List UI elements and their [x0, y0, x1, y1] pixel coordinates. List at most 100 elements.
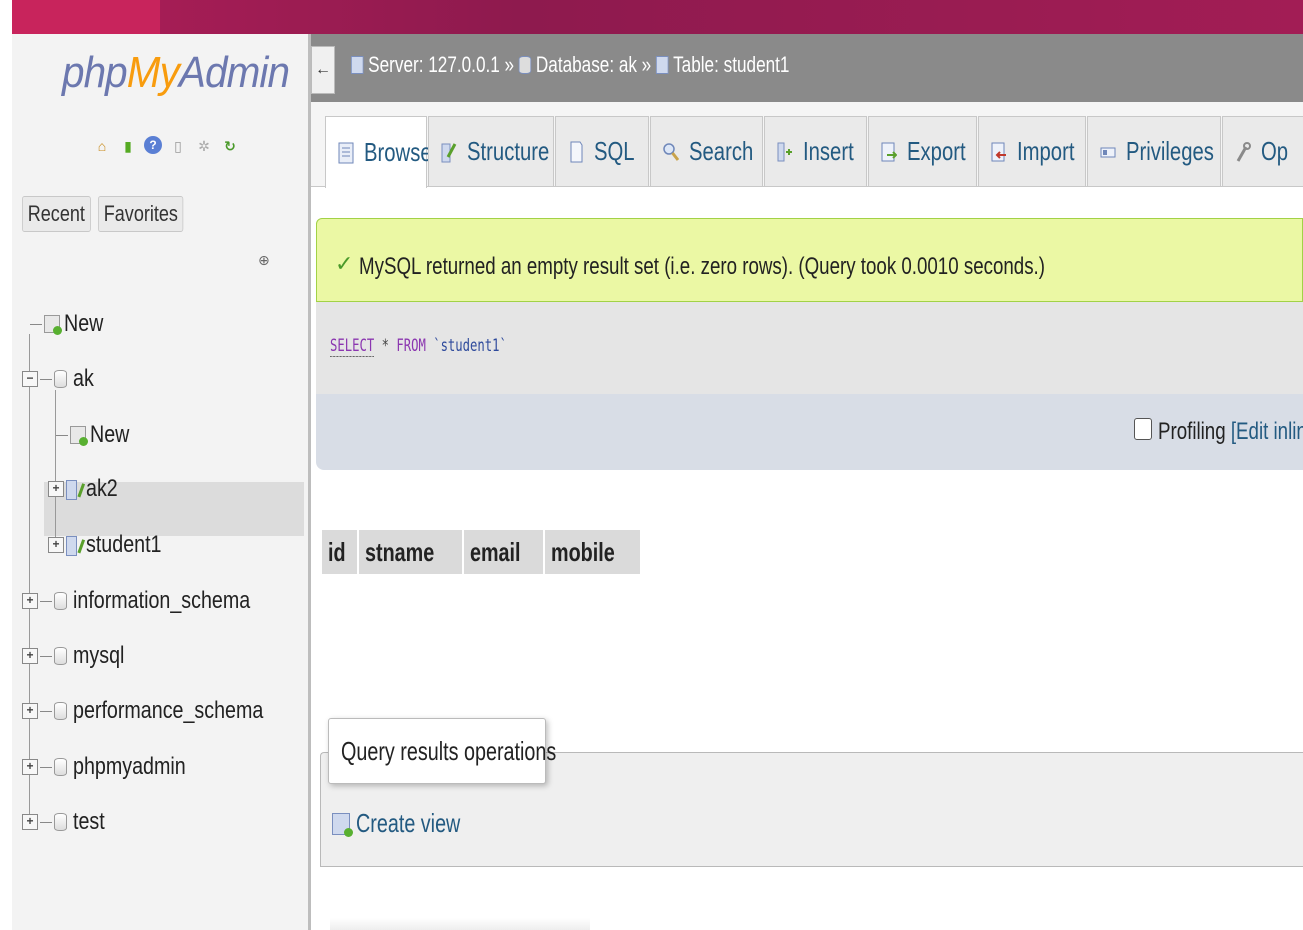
tree-item-label: ak — [73, 365, 94, 393]
expand-icon[interactable]: + — [22, 593, 38, 609]
database-icon — [54, 758, 67, 776]
profiling-checkbox[interactable] — [1134, 418, 1152, 440]
operations-legend: Query results operations — [328, 718, 546, 784]
create-view-icon — [332, 813, 350, 835]
link-with-main-panel-icon[interactable]: ⊕ — [258, 252, 270, 269]
column-header-mobile[interactable]: mobile — [545, 530, 641, 574]
breadcrumb-path: Server: 127.0.0.1 » Database: ak » Table… — [351, 52, 789, 78]
database-icon — [54, 592, 67, 610]
structure-icon — [441, 141, 457, 163]
recent-tab[interactable]: Recent — [22, 196, 91, 232]
new-table-icon — [70, 426, 86, 444]
table-icon — [656, 56, 668, 74]
sql-query-text: SELECT * FROM `student1` — [330, 336, 507, 356]
table-tabs: Browse Structure SQL Search Insert Expor… — [311, 102, 1303, 187]
browse-icon — [338, 142, 354, 164]
breadcrumb-separator: » — [642, 52, 652, 78]
tab-export[interactable]: Export — [868, 116, 977, 186]
success-text: MySQL returned an empty result set (i.e.… — [359, 253, 1045, 281]
tree-item-label: information_schema — [73, 587, 250, 615]
collapse-sidebar-button[interactable]: ← — [311, 46, 335, 94]
sql-query-box: SELECT * FROM `student1` — [316, 302, 1303, 394]
tab-search[interactable]: Search — [650, 116, 763, 186]
tree-item-performance-schema[interactable]: + performance_schema — [22, 686, 305, 736]
tab-import[interactable]: Import — [978, 116, 1086, 186]
sql-star: * — [374, 336, 396, 356]
sql-keyword-from: FROM — [396, 336, 425, 356]
tree-item-label: test — [73, 808, 105, 836]
database-icon — [54, 813, 67, 831]
favorites-tab[interactable]: Favorites — [98, 196, 184, 232]
column-header-stname[interactable]: stname — [359, 530, 462, 574]
quick-icons: ⌂ ▮ ? ▯ ✲ ↻ — [92, 136, 240, 156]
tree-item-label: mysql — [73, 642, 124, 670]
tree-item-ak2[interactable]: + ak2 — [48, 464, 125, 514]
tree-item-test[interactable]: + test — [22, 797, 112, 847]
expand-icon[interactable]: + — [48, 537, 64, 553]
database-icon — [54, 702, 67, 720]
navigation-panel: phpMyAdmin ⌂ ▮ ? ▯ ✲ ↻ Recent Favorites … — [12, 34, 309, 930]
tree-item-label: ak2 — [86, 475, 118, 503]
database-icon — [519, 56, 531, 74]
top-bar — [0, 0, 1303, 34]
sql-keyword-select[interactable]: SELECT — [330, 336, 374, 357]
tab-operations[interactable]: Op — [1222, 116, 1303, 186]
checkmark-icon: ✓ — [335, 251, 353, 277]
recent-favorites-tabs: Recent Favorites — [22, 196, 202, 232]
tree-item-ak[interactable]: − ak — [22, 354, 98, 404]
home-icon[interactable]: ⌂ — [92, 136, 112, 156]
tab-structure[interactable]: Structure — [428, 116, 554, 186]
tab-privileges[interactable]: Privileges — [1087, 116, 1221, 186]
logout-icon[interactable]: ▮ — [118, 136, 138, 156]
server-icon — [351, 56, 363, 74]
tree-item-label: New — [64, 310, 103, 338]
table-icon — [66, 480, 82, 498]
create-view-link[interactable]: Create view — [332, 808, 493, 839]
insert-icon — [777, 141, 793, 163]
expand-icon[interactable]: + — [22, 703, 38, 719]
phpmyadmin-logo[interactable]: phpMyAdmin — [62, 48, 289, 98]
docs-icon[interactable]: ▯ — [168, 136, 188, 156]
tree-item-ak-new[interactable]: New — [56, 410, 138, 460]
column-header-id[interactable]: id — [322, 530, 357, 574]
breadcrumb-database[interactable]: Database: ak — [536, 52, 637, 78]
tree-item-student1[interactable]: + student1 — [48, 520, 178, 570]
database-icon — [54, 370, 67, 388]
privileges-icon — [1100, 141, 1116, 163]
tab-insert[interactable]: Insert — [764, 116, 867, 186]
search-icon — [663, 141, 679, 163]
profiling-options: Profiling [Edit inline — [1158, 418, 1303, 446]
result-table-header: id stname email mobile — [322, 530, 640, 574]
new-db-icon — [44, 315, 60, 333]
tree-item-label: student1 — [86, 531, 162, 559]
settings-icon[interactable]: ✲ — [194, 136, 214, 156]
expand-icon[interactable]: + — [22, 814, 38, 830]
column-header-email[interactable]: email — [464, 530, 543, 574]
tree-item-mysql[interactable]: + mysql — [22, 631, 136, 681]
operations-icon — [1235, 141, 1251, 163]
left-edge — [0, 0, 12, 930]
expand-icon[interactable]: + — [48, 481, 64, 497]
reload-icon[interactable]: ↻ — [220, 136, 240, 156]
breadcrumb-table[interactable]: Table: student1 — [673, 52, 789, 78]
collapse-icon[interactable]: − — [22, 371, 38, 387]
breadcrumb: ← Server: 127.0.0.1 » Database: ak » Tab… — [311, 34, 1303, 103]
edit-inline-link[interactable]: [Edit inline — [1231, 418, 1303, 445]
expand-icon[interactable]: + — [22, 648, 38, 664]
tree-item-new[interactable]: New — [30, 299, 112, 349]
breadcrumb-separator: » — [504, 52, 514, 78]
expand-icon[interactable]: + — [22, 759, 38, 775]
tree-item-information-schema[interactable]: + information_schema — [22, 576, 289, 626]
help-icon[interactable]: ? — [144, 136, 162, 154]
bottom-fade — [330, 918, 590, 930]
sql-table-name: `student1` — [426, 336, 507, 356]
tab-sql[interactable]: SQL — [555, 116, 649, 186]
profiling-bar: Profiling [Edit inline — [316, 394, 1303, 470]
breadcrumb-server[interactable]: Server: 127.0.0.1 — [368, 52, 500, 78]
profiling-label: Profiling — [1158, 418, 1226, 445]
tree-item-phpmyadmin[interactable]: + phpmyadmin — [22, 742, 210, 792]
export-icon — [881, 141, 897, 163]
success-message: ✓ MySQL returned an empty result set (i.… — [316, 218, 1303, 302]
sql-icon — [568, 141, 584, 163]
tab-browse[interactable]: Browse — [325, 116, 427, 188]
